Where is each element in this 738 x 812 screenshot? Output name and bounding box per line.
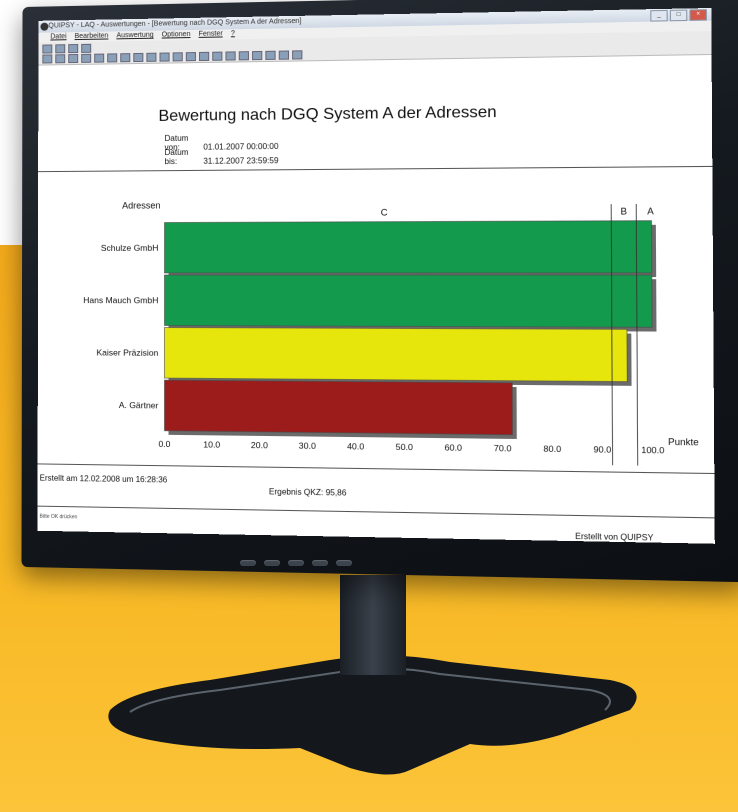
x-tick-label: 60.0 xyxy=(445,442,463,453)
toolbar-button[interactable] xyxy=(42,44,53,54)
toolbar-button[interactable] xyxy=(68,44,79,54)
app-icon xyxy=(40,22,49,31)
menu-help[interactable]: ? xyxy=(231,29,235,39)
toolbar-button[interactable] xyxy=(68,53,79,64)
toolbar-button[interactable] xyxy=(133,52,144,63)
toolbar-button[interactable] xyxy=(172,52,183,62)
monitor-stand-neck xyxy=(340,575,406,675)
category-label: Kaiser Präzision xyxy=(97,347,159,357)
y-axis-label: Adressen xyxy=(122,200,160,210)
divider xyxy=(38,165,713,173)
toolbar-button[interactable] xyxy=(107,53,118,63)
x-tick-label: 20.0 xyxy=(251,440,268,450)
x-tick-label: 40.0 xyxy=(347,441,365,452)
monitor-button[interactable] xyxy=(288,560,304,566)
category-label: Hans Mauch GmbH xyxy=(83,295,158,305)
x-tick-label: 30.0 xyxy=(299,440,316,451)
maximize-button[interactable]: □ xyxy=(669,9,688,22)
bar xyxy=(164,380,512,435)
x-tick-label: 70.0 xyxy=(494,443,512,454)
x-tick-label: 100.0 xyxy=(641,445,665,456)
menu-bearbeiten[interactable]: Bearbeiten xyxy=(75,31,109,42)
x-tick-label: 90.0 xyxy=(593,444,611,455)
date-to-row: Datum bis: 31.12.2007 23:59:59 xyxy=(165,147,279,166)
bar xyxy=(165,221,652,273)
toolbar-button[interactable] xyxy=(252,50,263,61)
date-to-label: Datum bis: xyxy=(164,147,189,167)
result-text: Ergebnis QKZ: 95,86 xyxy=(268,487,347,498)
monitor-button[interactable] xyxy=(336,560,352,566)
class-label-a: A xyxy=(647,206,654,217)
monitor-screen: QUIPSY - LAQ - Auswertungen - [Bewertung… xyxy=(37,8,715,544)
toolbar-button[interactable] xyxy=(81,43,92,53)
toolbar-button[interactable] xyxy=(238,51,249,61)
x-tick-label: 50.0 xyxy=(396,442,414,453)
toolbar-button[interactable] xyxy=(199,51,210,62)
bar-chart: Adressen C B A Schulze GmbH Hans Mauch GmbH Ka… xyxy=(83,200,699,475)
x-tick-label: 80.0 xyxy=(543,443,561,454)
toolbar-row-1 xyxy=(42,43,92,54)
toolbar-button[interactable] xyxy=(292,50,303,60)
created-on-text: Erstellt am 12.02.2008 um 16:28:36 xyxy=(39,473,168,485)
monitor-button[interactable] xyxy=(240,560,256,566)
toolbar-button[interactable] xyxy=(55,54,66,64)
toolbar-button[interactable] xyxy=(146,52,157,62)
x-tick-label: 10.0 xyxy=(203,439,220,449)
category-label: Schulze GmbH xyxy=(101,243,159,253)
x-axis-label: Punkte xyxy=(668,437,699,448)
toolbar-button[interactable] xyxy=(120,53,131,63)
menu-auswertung[interactable]: Auswertung xyxy=(116,31,153,42)
toolbar-button[interactable] xyxy=(265,50,276,60)
date-to-value: 31.12.2007 23:59:59 xyxy=(203,156,279,166)
created-by-text: Erstellt von QUIPSY xyxy=(575,531,654,543)
menu-optionen[interactable]: Optionen xyxy=(162,30,191,41)
toolbar-button[interactable] xyxy=(225,51,236,61)
toolbar-button[interactable] xyxy=(81,53,92,63)
toolbar-button[interactable] xyxy=(185,52,196,62)
bar xyxy=(164,328,627,382)
toolbar-button[interactable] xyxy=(159,52,170,62)
class-label-c: C xyxy=(381,207,388,217)
x-tick-label: 0.0 xyxy=(158,439,170,449)
bar xyxy=(164,275,652,327)
monitor-button[interactable] xyxy=(264,560,280,566)
toolbar-button[interactable] xyxy=(212,51,223,61)
close-button[interactable]: × xyxy=(689,9,707,21)
monitor-buttons xyxy=(240,560,352,566)
toolbar-button[interactable] xyxy=(55,44,66,54)
divider xyxy=(37,505,715,519)
status-text: Bitte OK drücken xyxy=(39,513,78,521)
monitor-button[interactable] xyxy=(312,560,328,566)
category-label: A. Gärtner xyxy=(119,400,159,411)
toolbar-button[interactable] xyxy=(278,50,290,60)
menu-fenster[interactable]: Fenster xyxy=(199,29,223,39)
report-page: Bewertung nach DGQ System A der Adressen… xyxy=(37,54,715,544)
report-title: Bewertung nach DGQ System A der Adressen xyxy=(158,103,497,125)
toolbar-button[interactable] xyxy=(42,54,53,64)
menu-datei[interactable]: Datei xyxy=(50,32,66,42)
class-label-b: B xyxy=(620,206,627,216)
minimize-button[interactable]: _ xyxy=(650,9,668,22)
toolbar-button[interactable] xyxy=(94,53,105,63)
